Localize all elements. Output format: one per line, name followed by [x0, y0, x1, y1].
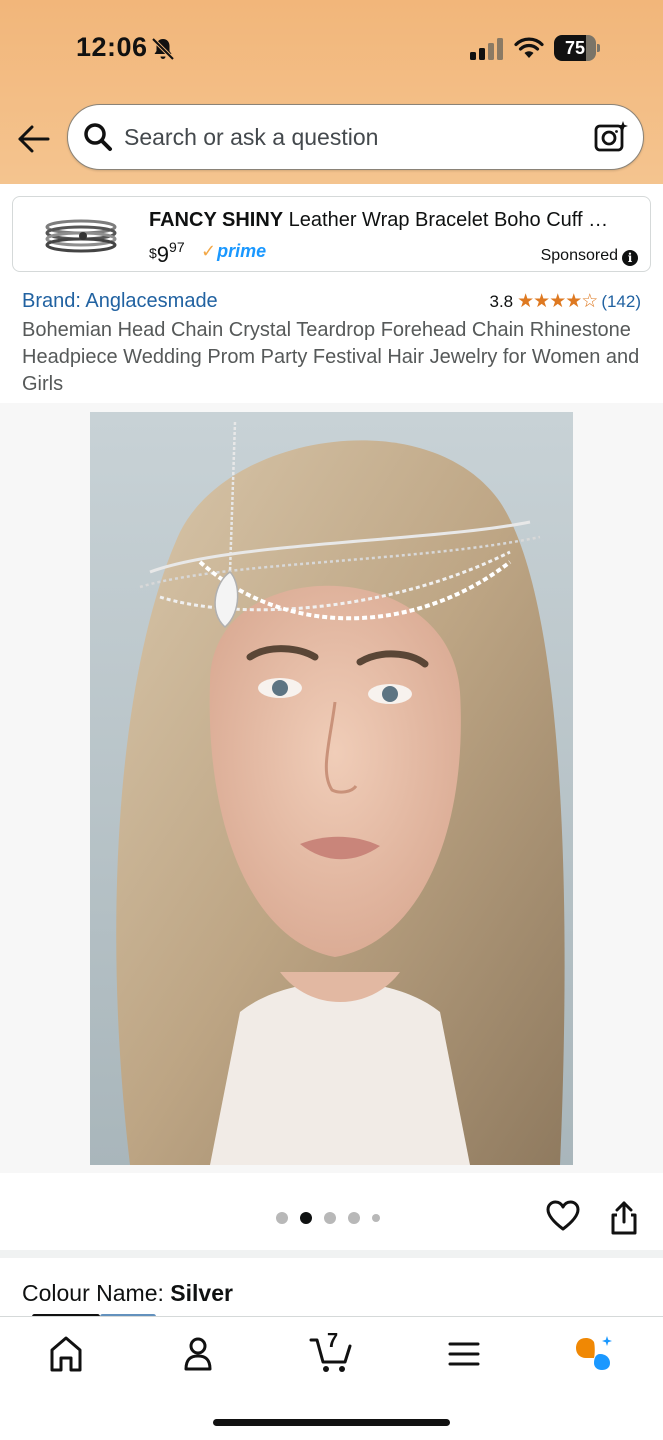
- product-image-carousel[interactable]: [0, 403, 663, 1173]
- rating-stars: ★★★★☆: [517, 291, 598, 312]
- brand-link[interactable]: Brand: Anglacesmade: [22, 290, 218, 313]
- status-time: 12:06: [76, 32, 148, 62]
- colour-value: Silver: [170, 1280, 233, 1306]
- cart-button[interactable]: 7: [308, 1330, 356, 1376]
- rufus-assistant-icon[interactable]: [574, 1332, 618, 1376]
- sponsored-label[interactable]: Sponsored i: [541, 247, 638, 266]
- menu-icon[interactable]: [442, 1332, 486, 1376]
- cart-count: 7: [327, 1330, 339, 1352]
- carousel-dot[interactable]: [324, 1212, 336, 1224]
- back-arrow-icon[interactable]: [16, 122, 52, 156]
- info-icon[interactable]: i: [622, 250, 638, 266]
- home-icon[interactable]: [44, 1332, 88, 1376]
- battery-percent: 75: [564, 38, 586, 58]
- camera-lens-icon[interactable]: [593, 119, 629, 155]
- product-title: Bohemian Head Chain Crystal Teardrop For…: [22, 319, 640, 395]
- wifi-icon: [514, 37, 544, 58]
- carousel-dot[interactable]: [276, 1212, 288, 1224]
- heart-icon[interactable]: [546, 1200, 580, 1232]
- rating-summary[interactable]: 3.8 ★★★★☆ (142): [490, 290, 642, 313]
- product-photo[interactable]: [90, 412, 573, 1165]
- rating-count[interactable]: (142): [601, 292, 641, 312]
- carousel-dot[interactable]: [348, 1212, 360, 1224]
- carousel-dot[interactable]: [372, 1214, 380, 1222]
- colour-name-label: Colour Name: Silver: [22, 1280, 233, 1306]
- sponsored-title: FANCY SHINY Leather Wrap Bracelet Boho C…: [149, 209, 609, 231]
- account-icon[interactable]: [176, 1332, 220, 1376]
- header: 12:06 75 Search or ask a question: [0, 0, 663, 184]
- cellular-signal-icon: [470, 38, 503, 60]
- sponsored-product-banner[interactable]: FANCY SHINY Leather Wrap Bracelet Boho C…: [12, 196, 651, 272]
- home-indicator: [213, 1419, 450, 1426]
- battery-indicator: 75: [554, 35, 600, 61]
- prime-badge: ✓prime: [201, 241, 267, 261]
- search-input[interactable]: Search or ask a question: [67, 104, 644, 170]
- share-icon[interactable]: [608, 1200, 640, 1236]
- carousel-dot[interactable]: [300, 1212, 312, 1224]
- carousel-dots[interactable]: [276, 1212, 380, 1224]
- section-divider: [0, 1250, 663, 1258]
- search-icon: [84, 123, 112, 151]
- bell-muted-icon: [151, 37, 175, 61]
- sponsored-price: $997: [149, 239, 185, 267]
- rating-value: 3.8: [489, 291, 514, 311]
- search-placeholder: Search or ask a question: [124, 124, 379, 150]
- bracelet-thumbnail: [45, 219, 117, 253]
